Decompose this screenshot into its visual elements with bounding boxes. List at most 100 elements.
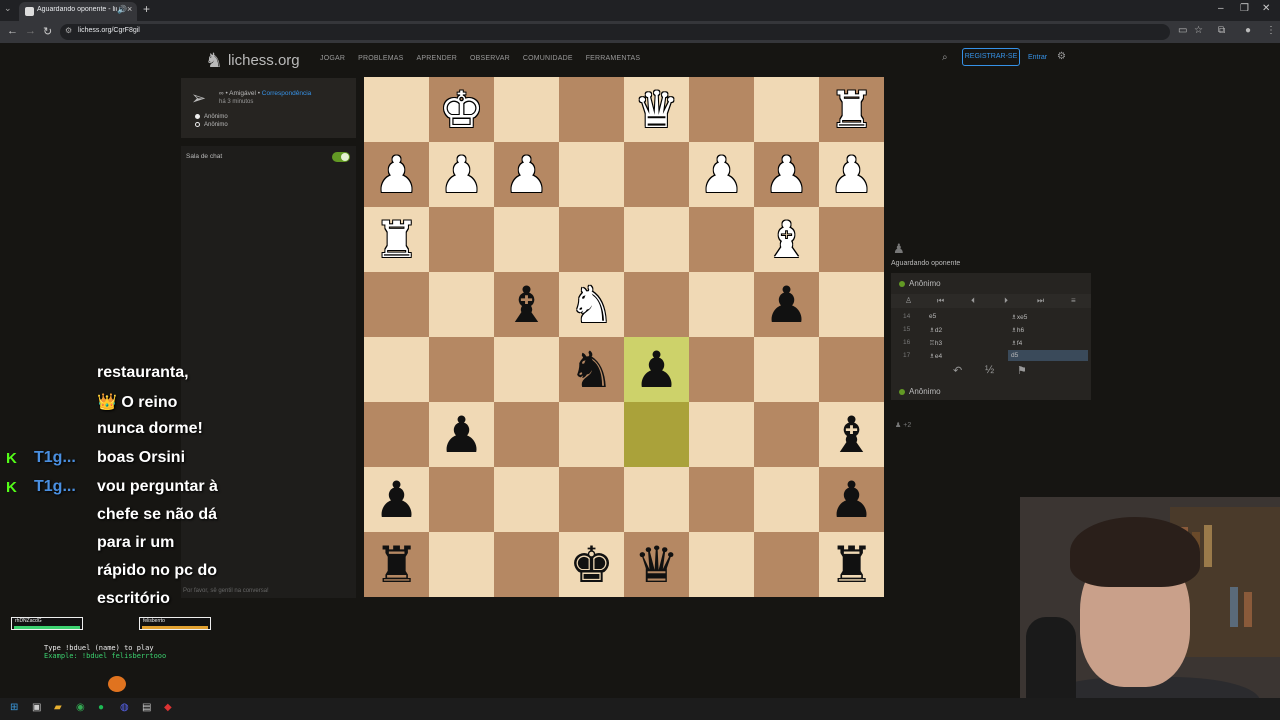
board-square[interactable]: ♟ <box>624 337 689 402</box>
board-square[interactable]: ♟ <box>689 142 754 207</box>
profile-avatar[interactable]: ● <box>1245 25 1251 36</box>
resign-flag-icon[interactable]: ⚑ <box>1017 364 1027 377</box>
board-square[interactable]: ♛ <box>624 77 689 142</box>
black-bishop-icon[interactable]: ♝ <box>829 410 874 460</box>
board-square[interactable]: ♟ <box>364 467 429 532</box>
black-knight-icon[interactable]: ♞ <box>569 345 614 395</box>
browser-menu-icon[interactable]: ⋮ <box>1266 25 1276 36</box>
board-square[interactable]: ♟ <box>819 142 884 207</box>
board-square[interactable] <box>689 272 754 337</box>
board-square[interactable] <box>494 402 559 467</box>
back-icon[interactable]: ← <box>7 25 18 37</box>
white-move[interactable]: ♖h3 <box>929 339 942 347</box>
board-square[interactable]: ♟ <box>429 402 494 467</box>
minimize-icon[interactable]: – <box>1218 3 1224 14</box>
board-square[interactable] <box>429 272 494 337</box>
address-bar[interactable]: ⚙ lichess.org/CgrF8gil <box>60 24 1170 40</box>
board-square[interactable] <box>559 77 624 142</box>
board-square[interactable] <box>624 402 689 467</box>
folder-icon[interactable]: ▰ <box>54 702 62 713</box>
speaker-icon[interactable]: 🔊 <box>117 5 127 14</box>
board-square[interactable]: ♝ <box>494 272 559 337</box>
nav-watch[interactable]: OBSERVAR <box>470 55 510 62</box>
white-rook-icon[interactable]: ♜ <box>374 215 419 265</box>
forward-icon[interactable]: → <box>25 25 36 37</box>
board-square[interactable] <box>689 402 754 467</box>
white-pawn-icon[interactable]: ♟ <box>829 150 874 200</box>
reload-icon[interactable]: ↻ <box>43 25 52 38</box>
board-square[interactable] <box>364 77 429 142</box>
board-square[interactable] <box>364 402 429 467</box>
player-black[interactable]: Anônimo <box>195 122 228 128</box>
board-square[interactable]: ♛ <box>624 532 689 597</box>
chrome-icon[interactable]: ◉ <box>76 702 85 713</box>
black-rook-icon[interactable]: ♜ <box>374 540 419 590</box>
board-square[interactable] <box>559 207 624 272</box>
board-square[interactable] <box>494 467 559 532</box>
board-square[interactable] <box>494 532 559 597</box>
black-move[interactable]: d5 <box>1008 350 1088 361</box>
new-tab-icon[interactable]: + <box>143 2 150 16</box>
board-square[interactable]: ♟ <box>754 272 819 337</box>
signup-button[interactable]: REGISTRAR-SE <box>962 48 1020 66</box>
black-queen-icon[interactable]: ♛ <box>634 540 679 590</box>
nav-community[interactable]: COMUNIDADE <box>523 55 573 62</box>
flip-board-icon[interactable]: ♙ <box>905 296 912 305</box>
offer-draw-icon[interactable]: ½ <box>985 364 994 376</box>
app-red-icon[interactable]: ◆ <box>164 702 172 713</box>
board-square[interactable] <box>819 207 884 272</box>
black-move[interactable]: ♗h6 <box>1011 326 1024 334</box>
board-square[interactable] <box>754 337 819 402</box>
correspondence-link[interactable]: Correspondência <box>262 90 312 97</box>
chat-toggle[interactable] <box>332 152 350 162</box>
board-square[interactable]: ♞ <box>559 272 624 337</box>
board-square[interactable]: ♟ <box>494 142 559 207</box>
white-pawn-icon[interactable]: ♟ <box>374 150 419 200</box>
board-square[interactable]: ♟ <box>819 467 884 532</box>
board-square[interactable]: ♝ <box>754 207 819 272</box>
board-square[interactable] <box>559 467 624 532</box>
board-square[interactable] <box>624 272 689 337</box>
white-pawn-icon[interactable]: ♟ <box>439 150 484 200</box>
board-square[interactable] <box>689 207 754 272</box>
white-knight-icon[interactable]: ♞ <box>569 280 614 330</box>
prev-move-icon[interactable]: ⏴ <box>971 296 975 306</box>
white-pawn-icon[interactable]: ♟ <box>699 150 744 200</box>
board-square[interactable]: ♟ <box>429 142 494 207</box>
white-pawn-icon[interactable]: ♟ <box>764 150 809 200</box>
site-logo[interactable]: ♞ lichess.org <box>205 48 300 73</box>
next-move-icon[interactable]: ⏵ <box>1004 296 1008 306</box>
board-square[interactable] <box>624 142 689 207</box>
close-window-icon[interactable]: ✕ <box>1262 3 1270 14</box>
board-square[interactable] <box>559 402 624 467</box>
board-square[interactable] <box>429 207 494 272</box>
board-square[interactable] <box>624 207 689 272</box>
board-square[interactable]: ♜ <box>819 77 884 142</box>
board-square[interactable] <box>559 142 624 207</box>
board-square[interactable] <box>494 207 559 272</box>
browser-tab[interactable]: Aguardando oponente - lic 🔊 × <box>19 2 137 21</box>
black-king-icon[interactable]: ♚ <box>569 540 614 590</box>
restore-icon[interactable]: ❐ <box>1240 3 1249 14</box>
site-info-icon[interactable]: ⚙ <box>65 26 72 35</box>
white-pawn-icon[interactable]: ♟ <box>504 150 549 200</box>
black-rook-icon[interactable]: ♜ <box>829 540 874 590</box>
board-square[interactable]: ♚ <box>559 532 624 597</box>
player-white[interactable]: Anônimo <box>195 114 228 120</box>
white-move[interactable]: e5 <box>929 313 936 320</box>
board-square[interactable] <box>364 337 429 402</box>
app-icon[interactable]: ▤ <box>142 702 151 713</box>
board-square[interactable] <box>754 532 819 597</box>
board-square[interactable] <box>689 532 754 597</box>
chat-input[interactable]: Por favor, sê gentil na conversa! <box>183 588 269 594</box>
black-pawn-icon[interactable]: ♟ <box>439 410 484 460</box>
black-move[interactable]: ♗xe5 <box>1011 313 1027 321</box>
board-square[interactable]: ♟ <box>364 142 429 207</box>
board-square[interactable] <box>624 467 689 532</box>
board-square[interactable] <box>819 272 884 337</box>
spotify-icon[interactable]: ● <box>98 702 104 713</box>
first-move-icon[interactable]: ⏮ <box>937 296 944 306</box>
board-square[interactable]: ♞ <box>559 337 624 402</box>
extensions-icon[interactable]: ⧉ <box>1218 25 1225 36</box>
discord-icon[interactable]: ◍ <box>120 702 129 713</box>
